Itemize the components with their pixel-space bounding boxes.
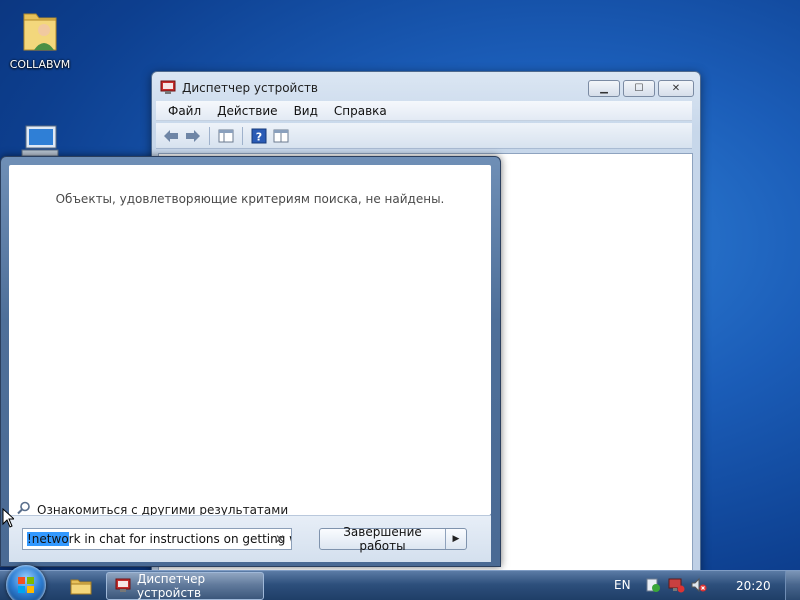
- desktop-icon-collabvm[interactable]: COLLABVM: [2, 6, 78, 71]
- action-center-icon[interactable]: [645, 577, 661, 596]
- toolbar-separator: [209, 126, 210, 145]
- menu-help[interactable]: Справка: [334, 104, 387, 118]
- svg-text:?: ?: [256, 130, 262, 143]
- folder-user-icon: [2, 6, 78, 55]
- close-button[interactable]: ✕: [658, 80, 694, 97]
- taskbar-item-device-manager[interactable]: Диспетчер устройств: [106, 572, 264, 600]
- back-arrow-icon[interactable]: [162, 127, 180, 145]
- taskbar-item-label: Диспетчер устройств: [137, 572, 206, 600]
- desktop-icon-label: COLLABVM: [9, 58, 71, 71]
- toolbar: ?: [156, 123, 692, 149]
- taskbar: Диспетчер устройств EN 20:20: [0, 565, 800, 600]
- menu-view[interactable]: Вид: [294, 104, 318, 118]
- menu-bar: Файл Действие Вид Справка: [156, 101, 692, 121]
- windows-logo-icon: [18, 577, 34, 593]
- maximize-button[interactable]: ☐: [623, 80, 655, 97]
- language-indicator[interactable]: EN: [614, 578, 631, 592]
- search-results-pane: Объекты, удовлетворяющие критериям поиск…: [9, 165, 491, 517]
- device-manager-icon: [160, 79, 176, 98]
- no-results-text: Объекты, удовлетворяющие критериям поиск…: [55, 192, 445, 206]
- properties-icon[interactable]: [272, 127, 290, 145]
- minimize-button[interactable]: ▁: [588, 80, 620, 97]
- menu-action[interactable]: Действие: [217, 104, 277, 118]
- forward-arrow-icon[interactable]: [184, 127, 202, 145]
- start-button[interactable]: [6, 565, 46, 600]
- folder-icon: [70, 579, 92, 595]
- mouse-cursor-icon: [2, 507, 16, 531]
- shutdown-options-arrow-icon[interactable]: ▶: [445, 529, 466, 549]
- system-tray: [645, 577, 707, 596]
- menu-file[interactable]: Файл: [168, 104, 201, 118]
- shutdown-button-group: Завершение работы ▶: [319, 525, 467, 553]
- help-icon[interactable]: ?: [250, 127, 268, 145]
- device-manager-icon: [115, 577, 131, 596]
- show-desktop-button[interactable]: [785, 571, 800, 600]
- volume-muted-icon[interactable]: [691, 577, 707, 596]
- caption-buttons: ▁ ☐ ✕: [588, 80, 694, 97]
- clear-search-icon[interactable]: ✕: [275, 532, 285, 546]
- search-selected-text: !netwo: [27, 532, 69, 546]
- explorer-pinned-button[interactable]: [62, 573, 100, 599]
- network-icon[interactable]: [667, 577, 685, 596]
- search-text: rk in chat for instructions on getting w…: [68, 532, 292, 546]
- start-menu-bottom-bar: !netwo rk in chat for instructions on get…: [9, 515, 491, 562]
- toolbar-separator: [242, 126, 243, 145]
- console-tree-icon[interactable]: [217, 127, 235, 145]
- start-menu: Объекты, удовлетворяющие критериям поиск…: [0, 156, 501, 567]
- clock[interactable]: 20:20: [736, 579, 771, 593]
- search-input[interactable]: !netwo rk in chat for instructions on get…: [22, 528, 292, 550]
- window-title: Диспетчер устройств: [182, 81, 319, 95]
- shutdown-button[interactable]: Завершение работы: [320, 525, 445, 553]
